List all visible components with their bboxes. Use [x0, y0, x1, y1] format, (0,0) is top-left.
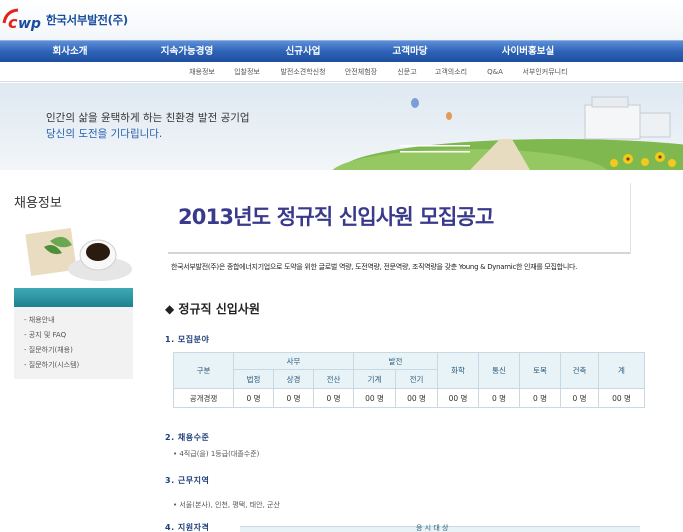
table-header-telecom: 통신: [478, 352, 520, 389]
table-header-architecture: 건축: [560, 352, 599, 389]
table-header-chemistry: 화학: [437, 352, 479, 389]
sidebar-menu: - 채용안내 - 공지 및 FAQ - 질문하기(채용) - 질문하기(시스템): [14, 307, 133, 379]
wp-logo-icon: c wp: [2, 8, 41, 32]
site-header: c wp 한국서부발전(주): [0, 0, 683, 40]
table-header-computing: 전산: [313, 369, 354, 389]
table-header-mechanical: 기계: [353, 369, 396, 389]
sidebar-title: 채용정보: [14, 196, 62, 211]
table-header-economics: 상경: [273, 369, 314, 389]
hero-banner: 인간의 삶을 윤택하게 하는 친환경 발전 공기업 당신의 도전을 기다립니다.: [0, 83, 683, 170]
table-cell: 00 명: [353, 388, 396, 408]
table-header-category: 구분: [173, 352, 234, 389]
snb-plant-tour[interactable]: 발전소견학신청: [280, 62, 325, 82]
qualification-header-label: 응 시 대 상: [416, 524, 449, 532]
company-name: 한국서부발전(주): [46, 13, 128, 27]
snb-qna[interactable]: Q&A: [487, 62, 503, 82]
page-title-box: 2013년도 정규직 신입사원 모집공고: [168, 183, 631, 254]
coffee-cup-image: [14, 221, 133, 288]
table-header-electrical: 전기: [395, 369, 438, 389]
gnb-customer[interactable]: 고객마당: [393, 41, 428, 63]
gnb-sustainability[interactable]: 지속가능경영: [161, 41, 213, 63]
table-row-label: 공개경쟁: [173, 388, 234, 408]
section-heading-level: 2. 채용수준: [165, 433, 210, 442]
table-cell: 00 명: [395, 388, 438, 408]
qualification-table-header: 응 시 대 상: [240, 524, 640, 532]
banner-subslogan: 당신의 도전을 기다립니다.: [46, 128, 163, 140]
section-heading-location: 3. 근무지역: [165, 476, 210, 485]
sidebar-item-ask-system[interactable]: - 질문하기(시스템): [14, 358, 133, 373]
svg-text:c: c: [8, 13, 18, 32]
company-logo[interactable]: c wp 한국서부발전(주): [2, 6, 128, 34]
sub-navigation: 채용정보 입찰정보 발전소견학신청 안전체험장 신문고 고객의소리 Q&A 서부…: [0, 62, 683, 82]
table-cell: 0 명: [478, 388, 520, 408]
section-title: ◆ 정규직 신입사원: [165, 302, 260, 316]
table-cell: 0 명: [519, 388, 561, 408]
sidebar-item-ask-recruit[interactable]: - 질문하기(채용): [14, 343, 133, 358]
sidebar-divider-bar: [14, 288, 133, 307]
table-cell: 0 명: [273, 388, 314, 408]
snb-petition[interactable]: 신문고: [397, 62, 416, 82]
table-cell: 00 명: [437, 388, 479, 408]
table-row: 공개경쟁 0 명 0 명 0 명 00 명 00 명 00 명 0 명 0 명 …: [173, 388, 645, 408]
level-bullet: • 4직급(을) 1등급(대졸수준): [173, 450, 260, 458]
table-header-civil: 토목: [519, 352, 561, 389]
gnb-cyber-pr[interactable]: 사이버홍보실: [502, 41, 554, 63]
table-header-total: 계: [598, 352, 645, 389]
section-heading-fields: 1. 모집분야: [165, 335, 210, 344]
recruitment-table: 구분 사무 발전 화학 통신 토목 건축 계 법정 상경 전산 기계 전기 공개…: [173, 352, 645, 408]
table-header-law: 법정: [233, 369, 274, 389]
snb-safety-center[interactable]: 안전체험장: [345, 62, 377, 82]
location-bullet: • 서울(본사), 인천, 평택, 태안, 군산: [173, 501, 280, 509]
snb-customer-voice[interactable]: 고객의소리: [435, 62, 467, 82]
intro-text: 한국서부발전(주)은 종합에너지기업으로 도약을 위한 글로벌 역량, 도전역량…: [171, 263, 578, 271]
table-cell: 00 명: [598, 388, 645, 408]
svg-text:wp: wp: [18, 16, 41, 32]
sidebar-item-recruit-guide[interactable]: - 채용안내: [14, 313, 133, 328]
page-title: 2013년도 정규직 신입사원 모집공고: [178, 205, 494, 229]
gnb-new-business[interactable]: 신규사업: [286, 41, 321, 63]
table-header-office: 사무: [233, 352, 354, 370]
table-cell: 0 명: [560, 388, 599, 408]
gnb-company-intro[interactable]: 회사소개: [53, 41, 88, 63]
sidebar-item-notice-faq[interactable]: - 공지 및 FAQ: [14, 328, 133, 343]
table-cell: 0 명: [233, 388, 274, 408]
snb-bid-info[interactable]: 입찰정보: [234, 62, 260, 82]
snb-recruit-info[interactable]: 채용정보: [189, 62, 215, 82]
banner-slogan: 인간의 삶을 윤택하게 하는 친환경 발전 공기업: [46, 112, 250, 124]
table-cell: 0 명: [313, 388, 354, 408]
main-navigation: 회사소개 지속가능경영 신규사업 고객마당 사이버홍보실: [0, 40, 683, 62]
section-heading-qualification: 4. 지원자격: [165, 523, 210, 532]
snb-community[interactable]: 서부인커뮤니티: [522, 62, 567, 82]
table-header-power: 발전: [353, 352, 438, 370]
coffee-cup-icon: [25, 228, 132, 281]
